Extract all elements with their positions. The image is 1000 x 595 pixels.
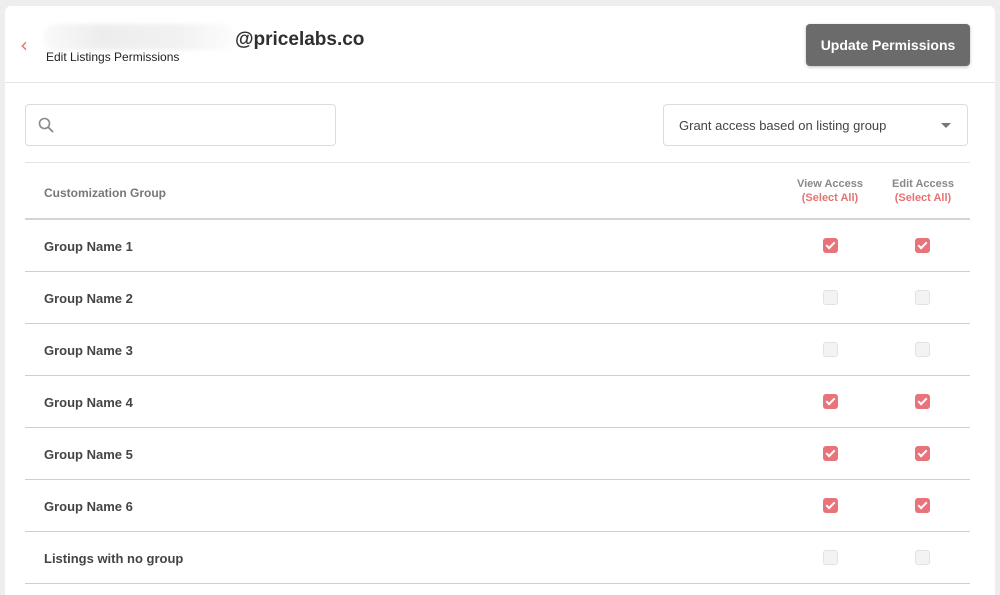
table-row: Group Name 6	[25, 480, 970, 532]
update-permissions-button[interactable]: Update Permissions	[806, 24, 970, 66]
edit-access-checkbox[interactable]	[915, 342, 930, 357]
edit-select-all-link[interactable]: (Select All)	[878, 191, 968, 205]
row-group-name: Listings with no group	[44, 551, 184, 566]
row-group-name: Group Name 6	[44, 499, 133, 514]
view-access-checkbox[interactable]	[823, 498, 838, 513]
permissions-card: ‹ @pricelabs.co Edit Listings Permission…	[5, 6, 995, 595]
row-group-name: Group Name 5	[44, 447, 133, 462]
column-header-group: Customization Group	[44, 186, 166, 200]
search-icon	[38, 117, 54, 133]
search-box[interactable]	[25, 104, 336, 146]
redacted-email-prefix	[43, 24, 235, 50]
edit-access-checkbox[interactable]	[915, 238, 930, 253]
table-row: Listings with no group	[25, 532, 970, 584]
view-select-all-link[interactable]: (Select All)	[785, 191, 875, 205]
view-access-checkbox[interactable]	[823, 342, 838, 357]
search-input[interactable]	[64, 113, 324, 137]
caret-down-icon	[941, 123, 951, 128]
page-header: ‹ @pricelabs.co Edit Listings Permission…	[5, 6, 995, 83]
permissions-table: Customization Group View Access (Select …	[25, 162, 970, 584]
grant-access-select-value: Grant access based on listing group	[679, 118, 887, 133]
column-header-view: View Access (Select All)	[785, 177, 875, 205]
row-group-name: Group Name 2	[44, 291, 133, 306]
view-access-checkbox[interactable]	[823, 550, 838, 565]
view-access-checkbox[interactable]	[823, 290, 838, 305]
email-suffix: @pricelabs.co	[235, 29, 365, 50]
row-group-name: Group Name 3	[44, 343, 133, 358]
view-access-checkbox[interactable]	[823, 394, 838, 409]
table-row: Group Name 1	[25, 220, 970, 272]
table-row: Group Name 2	[25, 272, 970, 324]
column-header-edit: Edit Access (Select All)	[878, 177, 968, 205]
row-group-name: Group Name 4	[44, 395, 133, 410]
column-header-edit-label: Edit Access	[892, 178, 954, 190]
edit-access-checkbox[interactable]	[915, 394, 930, 409]
table-row: Group Name 3	[25, 324, 970, 376]
page-subtitle: Edit Listings Permissions	[46, 50, 180, 64]
table-row: Group Name 5	[25, 428, 970, 480]
row-group-name: Group Name 1	[44, 239, 133, 254]
column-header-view-label: View Access	[796, 178, 864, 190]
table-header: Customization Group View Access (Select …	[25, 162, 970, 220]
edit-access-checkbox[interactable]	[915, 446, 930, 461]
edit-access-checkbox[interactable]	[915, 290, 930, 305]
grant-access-select[interactable]: Grant access based on listing group	[663, 104, 968, 146]
view-access-checkbox[interactable]	[823, 238, 838, 253]
edit-access-checkbox[interactable]	[915, 550, 930, 565]
chevron-left-icon[interactable]: ‹	[20, 35, 28, 55]
table-row: Group Name 4	[25, 376, 970, 428]
view-access-checkbox[interactable]	[823, 446, 838, 461]
edit-access-checkbox[interactable]	[915, 498, 930, 513]
